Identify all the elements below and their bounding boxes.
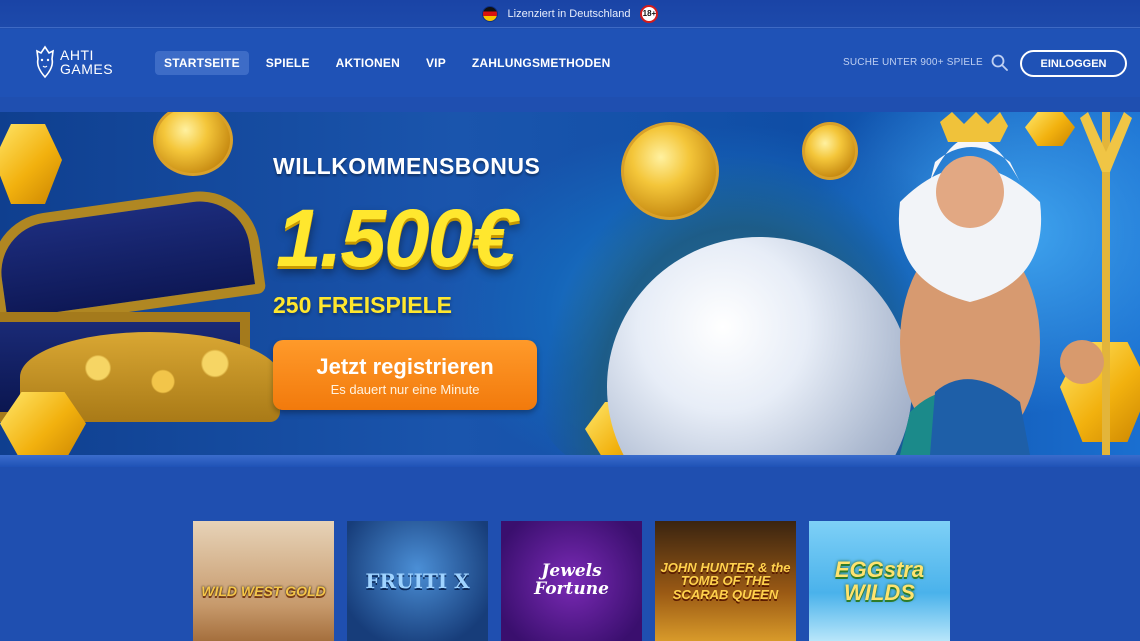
game-tile[interactable]: JOHN HUNTER & the TOMB OF THE SCARAB QUE… [655,521,796,641]
license-bar: Lizenziert in Deutschland 18+ [0,0,1140,28]
license-text: Lizenziert in Deutschland [507,7,631,20]
nav-vip[interactable]: VIP [417,51,455,75]
game-tile[interactable]: WILD WEST GOLD [193,521,334,641]
nav-startseite[interactable]: STARTSEITE [155,51,249,75]
site-header: AHTI GAMES STARTSEITE SPIELE AKTIONEN VI… [0,29,1140,97]
site-logo[interactable]: AHTI GAMES [34,45,113,79]
free-spins-text: 250 FREISPIELE [273,292,452,318]
lion-logo-icon [34,45,56,79]
game-tile[interactable]: EGGstra WILDS [809,521,950,641]
game-grid: WILD WEST GOLD FRUITI X Jewels Fortune J… [193,521,950,641]
register-button-sublabel: Es dauert nur eine Minute [330,381,480,397]
register-button[interactable]: Jetzt registrieren Es dauert nur eine Mi… [273,340,537,410]
game-tile[interactable]: Jewels Fortune [501,521,642,641]
game-title: Jewels Fortune [534,561,609,599]
search-label[interactable]: SUCHE UNTER 900+ SPIELE [843,57,983,68]
main-nav: STARTSEITE SPIELE AKTIONEN VIP ZAHLUNGSM… [155,51,619,75]
bonus-amount: 1.500€ [276,193,517,284]
login-button[interactable]: EINLOGGEN [1020,50,1127,77]
game-title: FRUITI X [365,568,470,593]
nav-spiele[interactable]: SPIELE [257,51,319,75]
search-icon[interactable] [991,54,1008,71]
game-title: EGGstra WILDS [834,556,925,605]
age-restriction-badge: 18+ [640,4,659,23]
logo-line-2: GAMES [60,61,114,77]
game-tile[interactable]: FRUITI X [347,521,488,641]
game-title: JOHN HUNTER & the TOMB OF THE SCARAB QUE… [660,559,791,602]
nav-zahlungsmethoden[interactable]: ZAHLUNGSMETHODEN [463,51,620,75]
gold-coin-icon [621,122,719,220]
welcome-bonus-banner[interactable]: WILLKOMMENSBONUS 1.500€ 250 FREISPIELE J… [0,112,1140,455]
germany-flag-icon [481,5,498,22]
poseidon-illustration [898,112,1132,455]
game-title: WILD WEST GOLD [201,582,326,599]
register-button-label: Jetzt registrieren [316,353,494,379]
hero-title: WILLKOMMENSBONUS [273,153,541,179]
nav-aktionen[interactable]: AKTIONEN [327,51,409,75]
logo-line-1: AHTI [60,47,94,63]
gold-coin-icon [153,112,233,176]
game-search[interactable]: SUCHE UNTER 900+ SPIELE [843,54,1008,71]
banner-divider [0,455,1140,467]
